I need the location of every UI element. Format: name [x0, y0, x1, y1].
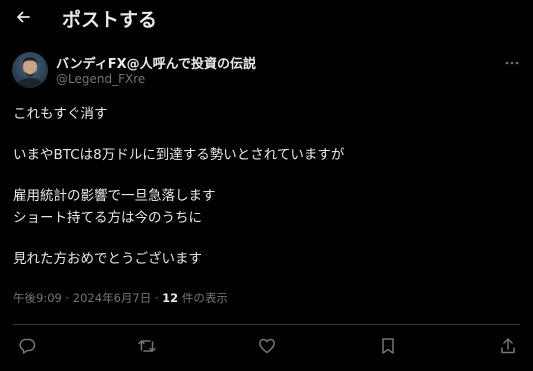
bookmark-button[interactable]	[377, 335, 399, 357]
back-button[interactable]	[10, 4, 36, 30]
action-bar	[0, 335, 533, 357]
page-title: ポストする	[62, 9, 158, 31]
views-count: 12	[162, 291, 179, 305]
tweet-line: 雇用統計の影響で一旦急落します	[13, 188, 216, 204]
tweet-meta: 午後9:09 · 2024年6月7日 · 12 件の表示	[13, 290, 228, 306]
bookmark-icon	[380, 337, 396, 355]
top-header: ポストする	[0, 0, 533, 36]
meta-separator: ·	[154, 291, 159, 305]
like-button[interactable]	[256, 335, 278, 357]
like-icon	[258, 337, 276, 355]
post-date[interactable]: 2024年6月7日	[73, 291, 151, 305]
post-time[interactable]: 午後9:09	[13, 291, 62, 305]
avatar[interactable]	[12, 52, 48, 88]
tweet-line: これもすぐ消す	[13, 106, 108, 122]
views-label: 件の表示	[181, 291, 228, 305]
divider	[13, 324, 520, 325]
author-handle[interactable]: @Legend_FXre	[56, 72, 145, 86]
repost-button[interactable]	[136, 335, 158, 357]
reply-button[interactable]	[16, 335, 38, 357]
tweet-author: バンディFX@人呼んで投資の伝説 @Legend_FXre	[12, 52, 522, 92]
reply-icon	[18, 337, 36, 355]
meta-separator: ·	[65, 291, 70, 305]
tweet-line: ショート持てる方は今のうちに	[13, 210, 202, 226]
arrow-left-icon	[15, 9, 31, 25]
repost-icon	[137, 337, 157, 355]
tweet-line: 見れた方おめでとうございます	[13, 251, 202, 267]
tweet-line: いまやBTCは8万ドルに到達する勢いとされていますが	[13, 147, 345, 163]
tweet-text: これもすぐ消す いまやBTCは8万ドルに到達する勢いとされていますが 雇用統計の…	[13, 103, 518, 270]
more-options-button[interactable]	[502, 56, 522, 70]
share-icon	[499, 337, 517, 355]
more-horizontal-icon	[505, 61, 519, 65]
share-button[interactable]	[497, 335, 519, 357]
author-display-name[interactable]: バンディFX@人呼んで投資の伝説	[56, 53, 256, 72]
